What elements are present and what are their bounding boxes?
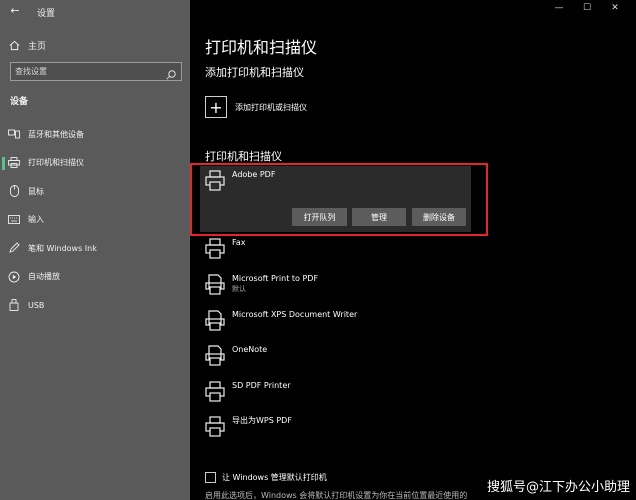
sidebar-item-label: 自动播放 — [28, 272, 60, 282]
printer-name: Fax — [232, 238, 246, 247]
page-title: 打印机和扫描仪 — [205, 38, 318, 57]
sidebar-item-usb[interactable]: USB — [0, 291, 190, 320]
printer-item-ms-print-to-pdf[interactable]: Microsoft Print to PDF 默认 — [205, 274, 318, 296]
printer-item-sd-pdf[interactable]: SD PDF Printer — [205, 381, 291, 403]
printer-name: Microsoft XPS Document Writer — [232, 310, 358, 319]
usb-icon — [0, 299, 28, 312]
app-title: 设置 — [37, 9, 56, 19]
printer-item-wps-pdf[interactable]: 导出为WPS PDF — [205, 416, 292, 438]
printer-name: SD PDF Printer — [232, 381, 291, 390]
sidebar-item-label: USB — [28, 300, 45, 310]
printer-icon — [205, 381, 225, 403]
printer-icon — [0, 157, 28, 169]
selected-printer-card[interactable]: Adobe PDF 打开队列 管理 删除设备 — [200, 166, 471, 232]
section-title-devices: 设备 — [10, 97, 29, 107]
home-nav-item[interactable]: 主页 — [0, 34, 190, 56]
autoplay-icon — [0, 271, 28, 283]
printer-name: Microsoft Print to PDF — [232, 274, 319, 283]
sidebar-item-label: 蓝牙和其他设备 — [28, 129, 84, 139]
sidebar-item-label: 鼠标 — [28, 186, 44, 196]
watermark-text: 搜狐号@江下办公小助理 — [486, 480, 630, 495]
window-controls: — ☐ ✕ — [545, 3, 629, 13]
printer-item-onenote[interactable]: OneNote — [205, 345, 267, 367]
sidebar-item-printers[interactable]: 打印机和扫描仪 — [0, 149, 190, 178]
home-label: 主页 — [28, 41, 47, 52]
printer-icon — [205, 238, 225, 260]
printer-name: 导出为WPS PDF — [232, 416, 292, 425]
printer-name: Adobe PDF — [232, 170, 276, 179]
printer-icon — [205, 416, 225, 438]
printer-item-ms-xps-writer[interactable]: Microsoft XPS Document Writer — [205, 310, 357, 332]
sidebar-item-label: 输入 — [28, 215, 44, 225]
keyboard-icon — [0, 215, 28, 225]
sidebar-item-autoplay[interactable]: 自动播放 — [0, 263, 190, 292]
pen-icon — [0, 242, 28, 254]
minimize-button[interactable]: — — [545, 3, 573, 13]
open-queue-button[interactable]: 打开队列 — [292, 208, 347, 226]
sidebar-item-bluetooth[interactable]: 蓝牙和其他设备 — [0, 120, 190, 149]
add-printer-label: 添加打印机或扫描仪 — [235, 102, 307, 112]
default-printer-checkbox-label: 让 Windows 管理默认打印机 — [222, 473, 327, 482]
sidebar-item-pen[interactable]: 笔和 Windows Ink — [0, 234, 190, 263]
remove-device-button[interactable]: 删除设备 — [412, 208, 466, 226]
manage-button[interactable]: 管理 — [352, 208, 406, 226]
sidebar-item-input[interactable]: 输入 — [0, 206, 190, 235]
sidebar-item-label: 打印机和扫描仪 — [28, 158, 84, 168]
mouse-icon — [0, 185, 28, 198]
document-printer-icon — [205, 310, 225, 332]
plus-icon: + — [205, 96, 227, 118]
home-icon — [0, 40, 28, 51]
default-badge: 默认 — [232, 285, 246, 293]
printer-item-adobe-pdf[interactable]: Adobe PDF — [205, 170, 275, 192]
close-button[interactable]: ✕ — [601, 3, 629, 13]
printer-item-fax[interactable]: Fax — [205, 238, 246, 260]
printer-name: OneNote — [232, 345, 268, 354]
search-input[interactable] — [15, 65, 165, 78]
search-icon[interactable] — [165, 66, 177, 80]
search-box[interactable] — [10, 62, 182, 81]
sidebar-nav: 蓝牙和其他设备 打印机和扫描仪 鼠标 输入 笔和 Windows Ink 自动播… — [0, 120, 190, 320]
document-printer-icon — [205, 274, 225, 296]
sidebar-item-mouse[interactable]: 鼠标 — [0, 177, 190, 206]
add-printer-button[interactable]: + 添加打印机或扫描仪 — [205, 96, 307, 118]
sidebar: ← 设置 主页 设备 蓝牙和其他设备 打印机和扫描仪 — [0, 0, 190, 500]
document-printer-icon — [205, 345, 225, 367]
add-section-title: 添加打印机和扫描仪 — [205, 66, 304, 79]
maximize-button[interactable]: ☐ — [573, 3, 601, 13]
manage-default-printer-option[interactable]: 让 Windows 管理默认打印机 — [205, 472, 327, 483]
default-printer-footnote: 启用此选项后，Windows 会将默认打印机设置为你在当前位置最近使用的 — [205, 491, 468, 500]
main-panel: — ☐ ✕ 打印机和扫描仪 添加打印机和扫描仪 + 添加打印机或扫描仪 打印机和… — [190, 0, 636, 500]
sidebar-item-label: 笔和 Windows Ink — [28, 243, 97, 253]
printers-section-title: 打印机和扫描仪 — [205, 150, 282, 163]
default-printer-checkbox[interactable] — [205, 472, 216, 483]
back-arrow-icon[interactable]: ← — [8, 4, 22, 18]
printer-icon — [205, 170, 225, 192]
bluetooth-icon — [0, 129, 28, 139]
